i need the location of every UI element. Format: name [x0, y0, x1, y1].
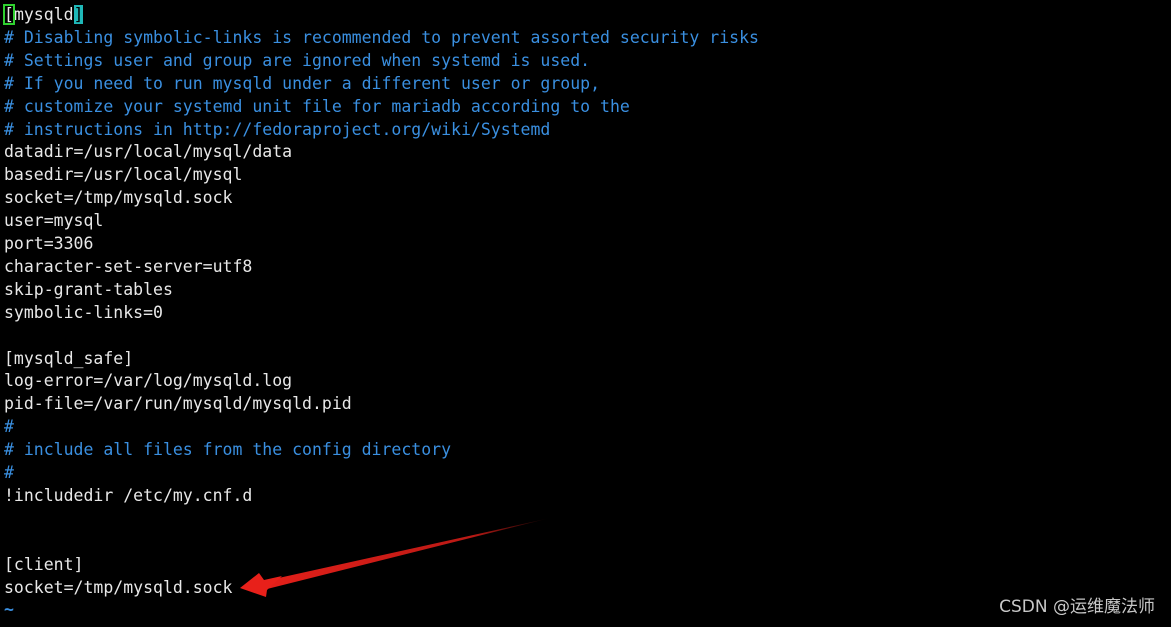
red-arrow-annotation — [240, 518, 550, 597]
arrow-shaft — [265, 518, 550, 589]
watermark: CSDN @运维魔法师 — [999, 597, 1155, 617]
terminal-editor[interactable]: [mysqld] # Disabling symbolic-links is r… — [0, 0, 1171, 627]
